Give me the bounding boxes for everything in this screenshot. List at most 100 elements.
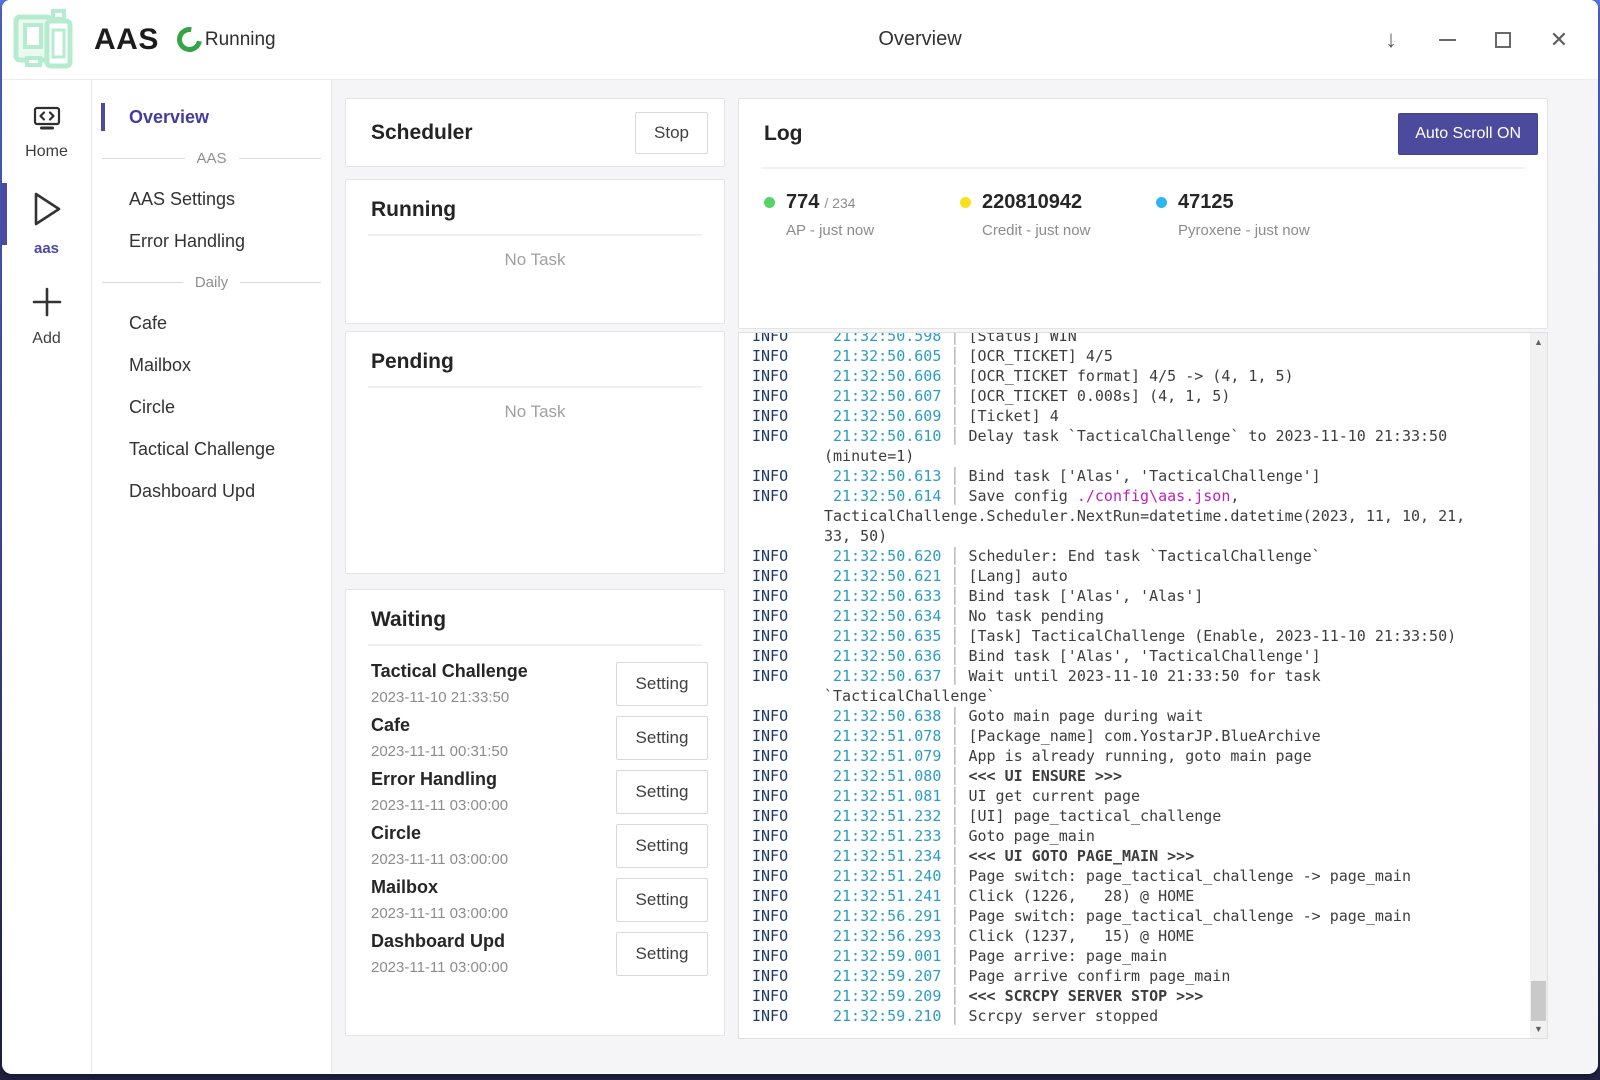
- waiting-task-row: Tactical Challenge2023-11-10 21:33:50Set…: [371, 661, 708, 706]
- divider: [368, 386, 702, 388]
- sidebar-item-error-handling[interactable]: Error Handling: [92, 220, 331, 262]
- log-level: INFO: [752, 906, 833, 926]
- log-entry: INFO21:32:51.079 │ App is already runnin…: [752, 746, 1499, 766]
- log-separator: │: [941, 987, 968, 1005]
- log-message: [OCR_TICKET format] 4/5 -> (4, 1, 5): [968, 367, 1293, 385]
- log-level: INFO: [752, 546, 833, 566]
- rail-item-aas[interactable]: aas: [2, 181, 91, 269]
- stat-label: Credit - just now: [982, 222, 1156, 239]
- scrollbar-thumb[interactable]: [1531, 981, 1546, 1021]
- log-time: 21:32:50.606: [833, 367, 941, 385]
- divider-line: [239, 158, 322, 159]
- log-message: Page arrive: page_main: [968, 947, 1167, 965]
- waiting-task-next-run: 2023-11-11 00:31:50: [371, 743, 508, 760]
- log-console[interactable]: INFO21:32:50.598 │ [Status] WININFO21:32…: [738, 332, 1548, 1039]
- sidebar-item-dashboard-upd[interactable]: Dashboard Upd: [92, 470, 331, 512]
- stat-item: 220810942Credit - just now: [960, 191, 1156, 239]
- log-separator: │: [941, 767, 968, 785]
- log-separator: │: [941, 1007, 968, 1025]
- setting-button[interactable]: Setting: [616, 716, 708, 760]
- log-time: 21:32:51.241: [833, 887, 941, 905]
- stat-dot-icon: [764, 197, 775, 208]
- setting-button[interactable]: Setting: [616, 878, 708, 922]
- stat-top: 774/ 234: [764, 191, 960, 214]
- log-message: [Lang] auto: [968, 567, 1067, 585]
- log-entry: INFO21:32:51.241 │ Click (1226, 28) @ HO…: [752, 886, 1499, 906]
- log-level: INFO: [752, 486, 833, 506]
- divider: [368, 234, 702, 236]
- dropdown-arrow-button[interactable]: ↓: [1374, 23, 1408, 57]
- rail-item-home[interactable]: Home: [2, 98, 91, 173]
- waiting-task-name: Cafe: [371, 715, 508, 736]
- log-time: 21:32:50.614: [833, 487, 941, 505]
- log-separator: │: [941, 427, 968, 445]
- scroll-up-icon[interactable]: ▲: [1530, 334, 1547, 350]
- auto-scroll-button[interactable]: Auto Scroll ON: [1398, 113, 1538, 155]
- log-entry: INFO21:32:50.634 │ No task pending: [752, 606, 1499, 626]
- log-separator: │: [941, 347, 968, 365]
- sidebar-item-circle[interactable]: Circle: [92, 386, 331, 428]
- sidebar-item-mailbox[interactable]: Mailbox: [92, 344, 331, 386]
- log-message: Goto main page during wait: [968, 707, 1203, 725]
- log-message: Click (1226, 28) @ HOME: [968, 887, 1194, 905]
- log-message: <<< UI GOTO PAGE_MAIN >>>: [968, 847, 1194, 865]
- plus-icon: [30, 285, 64, 324]
- scheduler-title: Scheduler: [371, 121, 473, 145]
- setting-button[interactable]: Setting: [616, 932, 708, 976]
- log-time: 21:32:50.637: [833, 667, 941, 685]
- menu-section-aas: AAS: [92, 138, 331, 178]
- play-icon: [29, 189, 65, 234]
- waiting-task-next-run: 2023-11-11 03:00:00: [371, 797, 508, 814]
- scroll-down-icon[interactable]: ▼: [1530, 1021, 1547, 1037]
- waiting-task-next-run: 2023-11-11 03:00:00: [371, 905, 508, 922]
- waiting-task-next-run: 2023-11-11 03:00:00: [371, 959, 508, 976]
- log-entry: INFO21:32:50.614 │ Save config ./config\…: [752, 486, 1499, 546]
- log-separator: │: [941, 747, 968, 765]
- log-entry: INFO21:32:50.613 │ Bind task ['Alas', 'T…: [752, 466, 1499, 486]
- rail-item-add[interactable]: Add: [2, 277, 91, 360]
- sidebar-item-tactical-challenge[interactable]: Tactical Challenge: [92, 428, 331, 470]
- log-message: Click (1237, 15) @ HOME: [968, 927, 1194, 945]
- log-message: [Task] TacticalChallenge (Enable, 2023-1…: [968, 627, 1456, 645]
- pending-title: Pending: [371, 350, 724, 374]
- maximize-button[interactable]: [1486, 23, 1520, 57]
- running-title: Running: [371, 198, 724, 222]
- close-button[interactable]: ✕: [1542, 23, 1576, 57]
- log-entry: INFO21:32:51.232 │ [UI] page_tactical_ch…: [752, 806, 1499, 826]
- scheduler-column: Scheduler Stop Running No Task Pending N…: [345, 98, 725, 1073]
- log-entry: INFO21:32:51.078 │ [Package_name] com.Yo…: [752, 726, 1499, 746]
- minimize-button[interactable]: [1430, 23, 1464, 57]
- waiting-task-name: Error Handling: [371, 769, 508, 790]
- dashboard-stats: 774/ 234AP - just now220810942Credit - j…: [739, 169, 1547, 239]
- stat-dot-icon: [1156, 197, 1167, 208]
- sidebar-item-cafe[interactable]: Cafe: [92, 302, 331, 344]
- rail-item-label: Add: [32, 330, 60, 348]
- log-separator: │: [941, 947, 968, 965]
- stop-button[interactable]: Stop: [635, 112, 708, 154]
- sidebar-item-aas-settings[interactable]: AAS Settings: [92, 178, 331, 220]
- log-time: 21:32:50.605: [833, 347, 941, 365]
- log-separator: │: [941, 647, 968, 665]
- waiting-task-info: Error Handling 2023-11-11 03:00:00: [371, 769, 508, 814]
- log-level: INFO: [752, 406, 833, 426]
- scheduler-card: Scheduler Stop: [345, 98, 725, 167]
- log-time: 21:32:50.620: [833, 547, 941, 565]
- log-scrollbar[interactable]: ▲ ▼: [1530, 333, 1547, 1038]
- log-separator: │: [941, 827, 968, 845]
- log-level: INFO: [752, 786, 833, 806]
- setting-button[interactable]: Setting: [616, 662, 708, 706]
- setting-button[interactable]: Setting: [616, 824, 708, 868]
- log-time: 21:32:50.636: [833, 647, 941, 665]
- stat-label: Pyroxene - just now: [1178, 222, 1352, 239]
- log-level: INFO: [752, 646, 833, 666]
- log-entry: INFO21:32:50.638 │ Goto main page during…: [752, 706, 1499, 726]
- log-entry: INFO21:32:50.606 │ [OCR_TICKET format] 4…: [752, 366, 1499, 386]
- log-separator: │: [941, 807, 968, 825]
- rail-item-label: Home: [25, 143, 68, 161]
- running-empty-text: No Task: [346, 250, 724, 270]
- waiting-task-info: Cafe 2023-11-11 00:31:50: [371, 715, 508, 760]
- waiting-task-name: Circle: [371, 823, 508, 844]
- log-message: Bind task ['Alas', 'TacticalChallenge']: [968, 467, 1320, 485]
- setting-button[interactable]: Setting: [616, 770, 708, 814]
- sidebar-item-overview[interactable]: Overview: [92, 96, 331, 138]
